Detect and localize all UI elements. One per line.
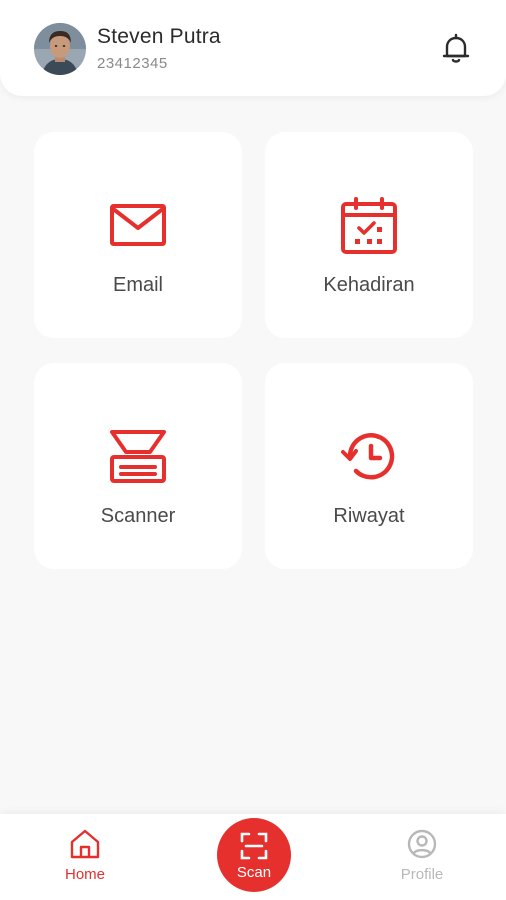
scan-frame-icon xyxy=(240,832,268,860)
menu-card-email[interactable]: Email xyxy=(34,132,242,338)
home-icon xyxy=(70,829,100,859)
nav-item-profile[interactable]: Profile xyxy=(372,814,472,894)
menu-card-label: Riwayat xyxy=(333,505,405,527)
envelope-icon xyxy=(108,196,168,256)
menu-card-label: Scanner xyxy=(100,505,176,527)
app-header: Steven Putra 23412345 xyxy=(0,0,506,96)
menu-card-riwayat[interactable]: Riwayat xyxy=(265,363,473,569)
menu-card-label: Kehadiran xyxy=(323,274,415,296)
avatar[interactable] xyxy=(34,23,86,75)
calendar-check-icon xyxy=(339,196,399,256)
nav-label-profile: Profile xyxy=(400,866,444,883)
nav-item-home[interactable]: Home xyxy=(35,814,135,894)
nav-label-scan: Scan xyxy=(236,864,272,881)
menu-card-kehadiran[interactable]: Kehadiran xyxy=(265,132,473,338)
scanner-icon xyxy=(108,427,168,487)
nav-label-home: Home xyxy=(64,866,105,883)
user-circle-icon xyxy=(407,829,437,859)
notification-bell-icon[interactable] xyxy=(441,33,471,65)
history-icon xyxy=(339,427,399,487)
user-id: 23412345 xyxy=(97,55,168,72)
scan-button[interactable]: Scan xyxy=(217,818,291,892)
menu-card-label: Email xyxy=(112,274,163,296)
menu-card-scanner[interactable]: Scanner xyxy=(34,363,242,569)
user-name: Steven Putra xyxy=(97,25,221,48)
